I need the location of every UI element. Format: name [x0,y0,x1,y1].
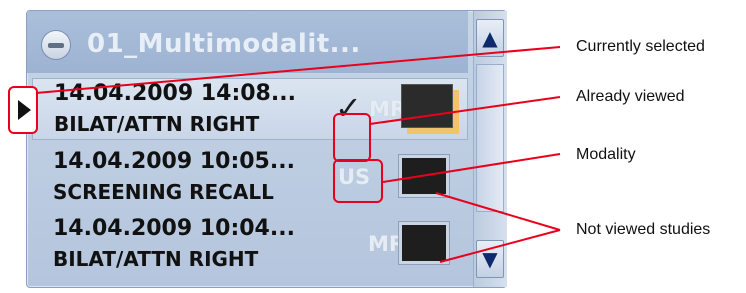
study-description: BILAT/ATTN RIGHT [54,112,260,136]
annotation-not-viewed: Not viewed studies [576,221,711,238]
modality-callout-box [333,159,383,203]
scroll-down-button[interactable]: ▼ [476,240,504,278]
scroll-up-icon: ▲ [482,26,498,50]
folder-thumbnail-icon[interactable] [399,84,461,136]
group-title: 01_Multimodalit... [87,29,361,59]
image-thumbnail-icon[interactable] [398,154,450,198]
study-date: 14.04.2009 10:04... [53,216,295,241]
scroll-down-icon: ▼ [482,247,498,271]
image-thumbnail-icon[interactable] [398,221,450,265]
vertical-scrollbar[interactable]: ▲ ▼ [473,11,507,287]
study-date: 14.04.2009 14:08... [54,81,296,106]
already-viewed-callout-box [333,113,371,162]
study-description: SCREENING RECALL [53,180,274,204]
scroll-up-button[interactable]: ▲ [476,19,504,57]
study-date: 14.04.2009 10:05... [53,149,295,174]
study-row-2[interactable]: 14.04.2009 10:05... SCREENING RECALL US [32,147,468,209]
scroll-thumb[interactable] [476,64,504,212]
study-row-3[interactable]: 14.04.2009 10:04... BILAT/ATTN RIGHT MR [32,214,468,276]
study-list-panel: 01_Multimodalit... 14.04.2009 14:08... B… [26,10,507,288]
study-description: BILAT/ATTN RIGHT [53,247,259,271]
annotation-modality: Modality [576,146,636,163]
group-header[interactable]: 01_Multimodalit... [27,11,468,73]
study-row-1[interactable]: 14.04.2009 14:08... BILAT/ATTN RIGHT ✓ M… [32,78,468,140]
minus-circle-icon[interactable] [41,30,71,60]
annotation-currently-selected: Currently selected [576,38,705,55]
pointer-icon [8,86,38,134]
annotation-already-viewed: Already viewed [576,88,685,105]
